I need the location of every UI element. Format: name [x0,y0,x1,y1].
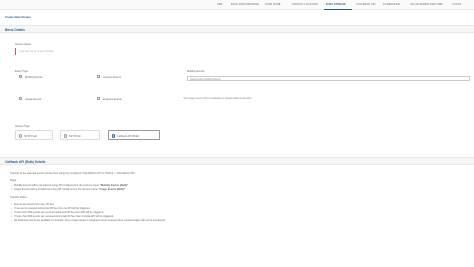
mobility-events-label: Mobility Events [25,75,43,79]
stream-name-input[interactable]: Type the name of your Stream [15,48,470,55]
tab-date-zone[interactable]: DATE ZONE [265,3,281,6]
event-type-label: Event Type [15,70,28,73]
radio-label: SFTP Push [24,134,38,138]
tab-tools[interactable]: TOOLS [452,3,461,6]
stream-name-label: Stream Name [15,43,31,46]
transfer-rule: If more than 800 events are received dur… [11,215,114,218]
mobility-events-select-placeholder: Select Action Mobility Events [190,78,221,81]
account-events-checkbox[interactable] [97,75,101,79]
flag-line-mobility: Mobility Events will be transferred usin… [11,184,128,187]
callback-details-header: Callback API (Bulk) Details [0,157,474,165]
flags-label: Flags: [10,179,17,182]
stream-type-callback-api-bulk[interactable]: Callback API (Bulk) [108,130,160,140]
tab-value-added-feature[interactable]: VALUE ADDED FEATURE [410,3,443,6]
radio-button[interactable] [64,134,68,138]
usage-events-note: *All Usage events will be available by d… [183,97,252,100]
stream-name-placeholder: Type the name of your Stream [19,50,54,53]
active-tab-indicator [324,8,352,10]
transfer-rule: No historical events are available for t… [11,219,166,222]
radio-label: Callback API (Bulk) [117,134,140,138]
radio-button-selected[interactable] [112,134,116,138]
tab-scheduler[interactable]: SCHEDULER [383,3,400,6]
section-title: Basic Details [5,28,25,32]
breadcrumb[interactable]: Create Data Stream [5,15,31,19]
basic-details-header: Basic Details [0,25,474,33]
usage-events-label: Usage Events [25,97,42,101]
transfer-rule: If more than 500 events are received wit… [11,211,104,214]
endpoint-events-checkbox[interactable] [97,97,101,101]
top-nav: SFE BULK PROVISIONING DATE ZONE CONSOL L… [0,0,474,10]
tab-sfe[interactable]: SFE [217,3,222,6]
tab-bulk-provisioning[interactable]: BULK PROVISIONING [231,3,259,6]
stream-type-sftp-pull[interactable]: SFTP Pull [60,130,100,140]
flag-line-usage: Usage Events will be transferred using A… [11,188,125,191]
tab-data-stream[interactable]: DATA STREAM [326,3,346,6]
account-events-label: Account Events [103,75,122,79]
mobility-events-select-label: Mobility Events [187,70,205,73]
mobility-events-checkbox[interactable] [19,75,23,79]
transfer-rule: If no events received during last 60 Sec… [11,207,90,210]
mobility-events-select[interactable]: Select Action Mobility Events [187,76,470,81]
radio-button[interactable] [19,134,23,138]
transfer-rule: Events are transferred every 60 Sec. [11,203,55,206]
usage-events-checkbox[interactable] [19,97,23,101]
radio-label: SFTP Pull [69,134,81,138]
callback-intro: Transfer of the selected events will be … [10,172,136,175]
endpoint-events-label: Endpoint Events [103,97,122,101]
tab-callback-api[interactable]: CALLBACK API [356,3,376,6]
stream-type-sftp-push[interactable]: SFTP Push [15,130,53,140]
transfer-rules-label: Transfer Rules: [10,196,27,199]
tab-consol-location[interactable]: CONSOL LOCATION [292,3,318,6]
section-title: Callback API (Bulk) Details [5,160,46,164]
stream-type-label: Stream Type [15,125,30,128]
